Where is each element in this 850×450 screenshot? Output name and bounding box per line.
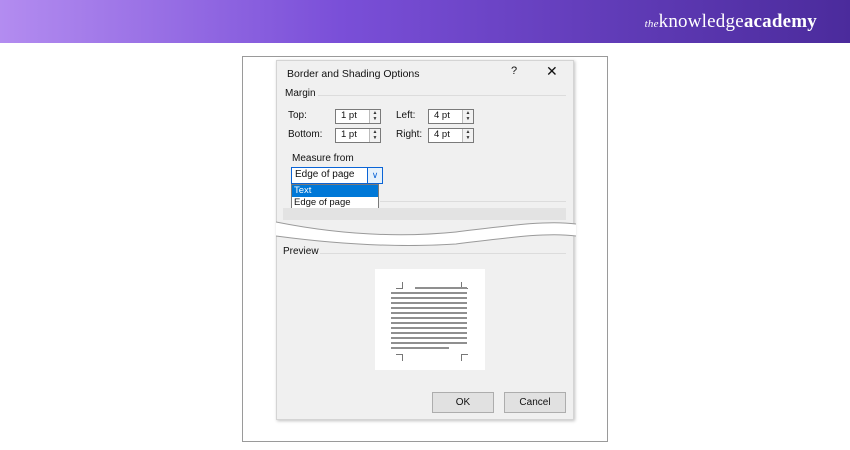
- close-icon[interactable]: ✕: [546, 63, 558, 80]
- preview-text-line: [391, 312, 467, 314]
- preview-text-line: [391, 347, 449, 349]
- preview-text-line: [391, 317, 467, 319]
- preview-group-divider: [320, 253, 566, 254]
- preview-text-line: [391, 302, 467, 304]
- right-margin-value: 4 pt: [434, 129, 450, 140]
- preview-text-line: [391, 342, 467, 344]
- option-text[interactable]: Text: [292, 185, 378, 197]
- left-label: Left:: [396, 110, 416, 121]
- corner-mark-br: [461, 354, 468, 361]
- torn-page-wave: [276, 221, 576, 246]
- preview-group-label: Preview: [283, 246, 319, 257]
- spin-down-icon[interactable]: ▼: [464, 135, 472, 141]
- top-margin-value: 1 pt: [341, 110, 357, 121]
- right-margin-spinner[interactable]: 4 pt ▲ ▼: [428, 128, 474, 143]
- corner-mark-bl: [396, 354, 403, 361]
- preview-text-line: [415, 287, 467, 289]
- ok-button[interactable]: OK: [432, 392, 494, 413]
- top-margin-spinner[interactable]: 1 pt ▲ ▼: [335, 109, 381, 124]
- left-margin-value: 4 pt: [434, 110, 450, 121]
- dialog-title: Border and Shading Options: [287, 68, 420, 80]
- preview-text-line: [391, 292, 467, 294]
- bottom-spinner-arrows[interactable]: ▲ ▼: [369, 129, 380, 142]
- right-label: Right:: [396, 129, 423, 140]
- corner-mark-tl: [396, 282, 403, 289]
- bottom-label: Bottom:: [288, 129, 323, 140]
- preview-text-line: [391, 297, 467, 299]
- cancel-button[interactable]: Cancel: [504, 392, 566, 413]
- margin-group-divider: [318, 95, 566, 96]
- preview-text-line: [391, 337, 467, 339]
- measure-from-value: Edge of page: [295, 169, 355, 180]
- preview-text-line: [391, 332, 467, 334]
- measure-from-label: Measure from: [292, 153, 354, 164]
- left-margin-spinner[interactable]: 4 pt ▲ ▼: [428, 109, 474, 124]
- spin-down-icon[interactable]: ▼: [464, 116, 472, 122]
- brand-logo: theknowledgeacademy: [644, 11, 817, 32]
- left-spinner-arrows[interactable]: ▲ ▼: [462, 110, 473, 123]
- bottom-margin-value: 1 pt: [341, 129, 357, 140]
- margin-group-label: Margin: [285, 88, 316, 99]
- right-spinner-arrows[interactable]: ▲ ▼: [462, 129, 473, 142]
- preview-page: [375, 269, 485, 370]
- help-button[interactable]: ?: [511, 65, 517, 77]
- preview-text-line: [391, 307, 467, 309]
- spin-down-icon[interactable]: ▼: [371, 135, 379, 141]
- preview-text-line: [391, 327, 467, 329]
- measure-from-dropdown: Text Edge of page: [291, 184, 379, 210]
- top-spinner-arrows[interactable]: ▲ ▼: [369, 110, 380, 123]
- spin-down-icon[interactable]: ▼: [371, 116, 379, 122]
- chevron-down-icon[interactable]: ∨: [367, 168, 382, 183]
- obscured-divider: [380, 201, 566, 202]
- preview-text-line: [391, 322, 467, 324]
- top-label: Top:: [288, 110, 307, 121]
- bottom-margin-spinner[interactable]: 1 pt ▲ ▼: [335, 128, 381, 143]
- measure-from-select[interactable]: Edge of page ∨: [291, 167, 383, 184]
